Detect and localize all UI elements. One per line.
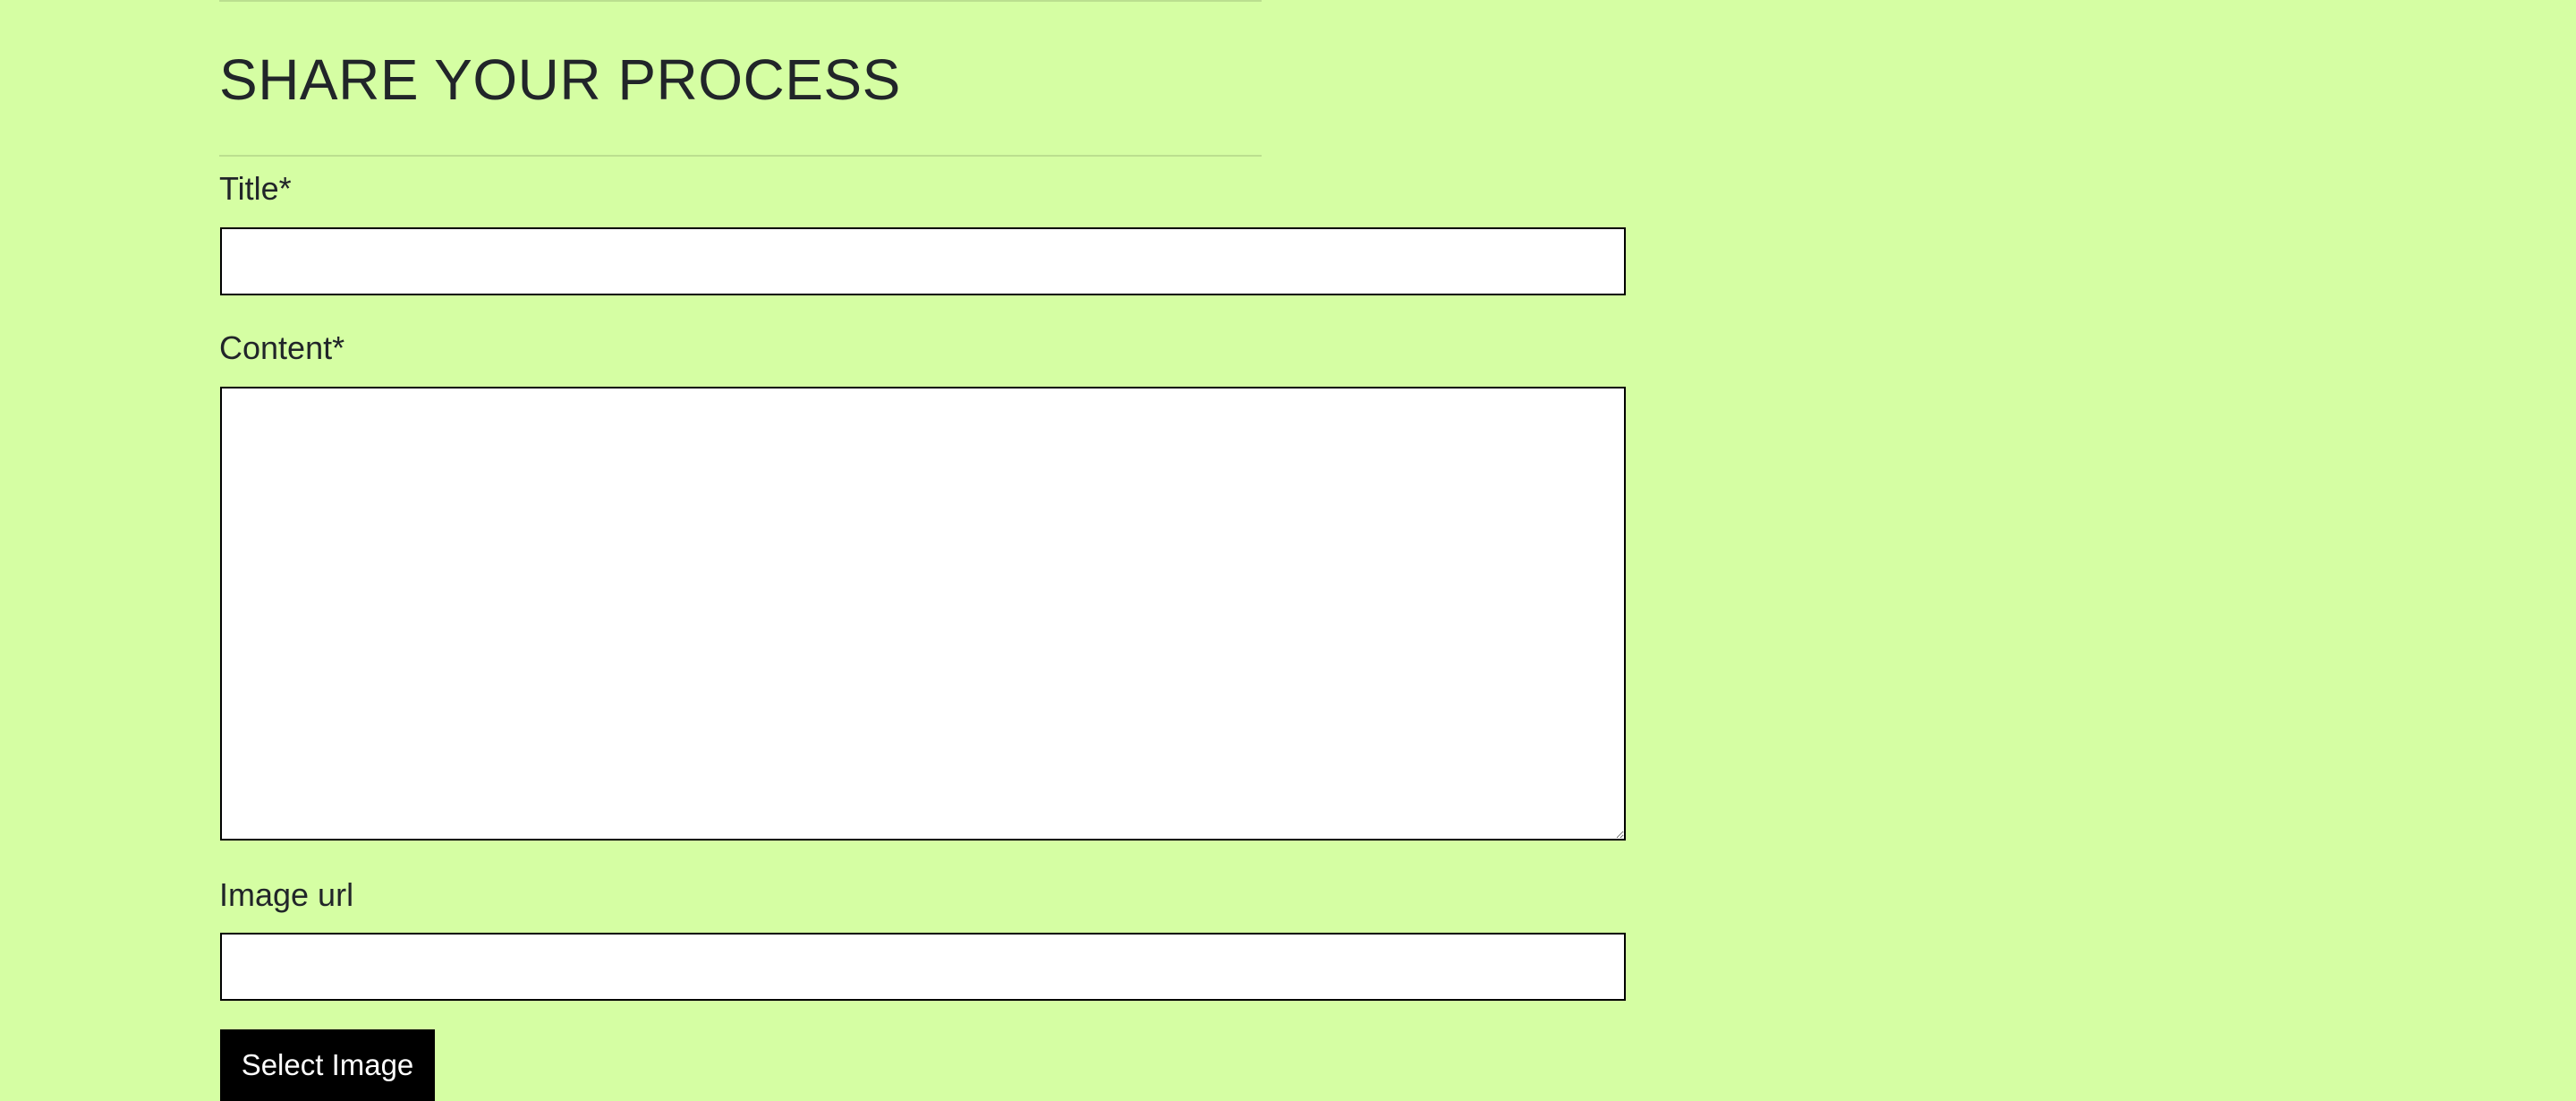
title-input[interactable] [220,227,1626,295]
title-label: Title* [219,170,292,207]
content-textarea[interactable] [220,387,1626,841]
page-title: SHARE YOUR PROCESS [219,47,901,112]
heading-divider [219,155,1262,157]
select-image-button[interactable]: Select Image [220,1029,435,1101]
image-url-input[interactable] [220,933,1626,1001]
image-url-label: Image url [219,876,354,913]
content-label: Content* [219,329,345,366]
top-divider [219,0,1262,2]
